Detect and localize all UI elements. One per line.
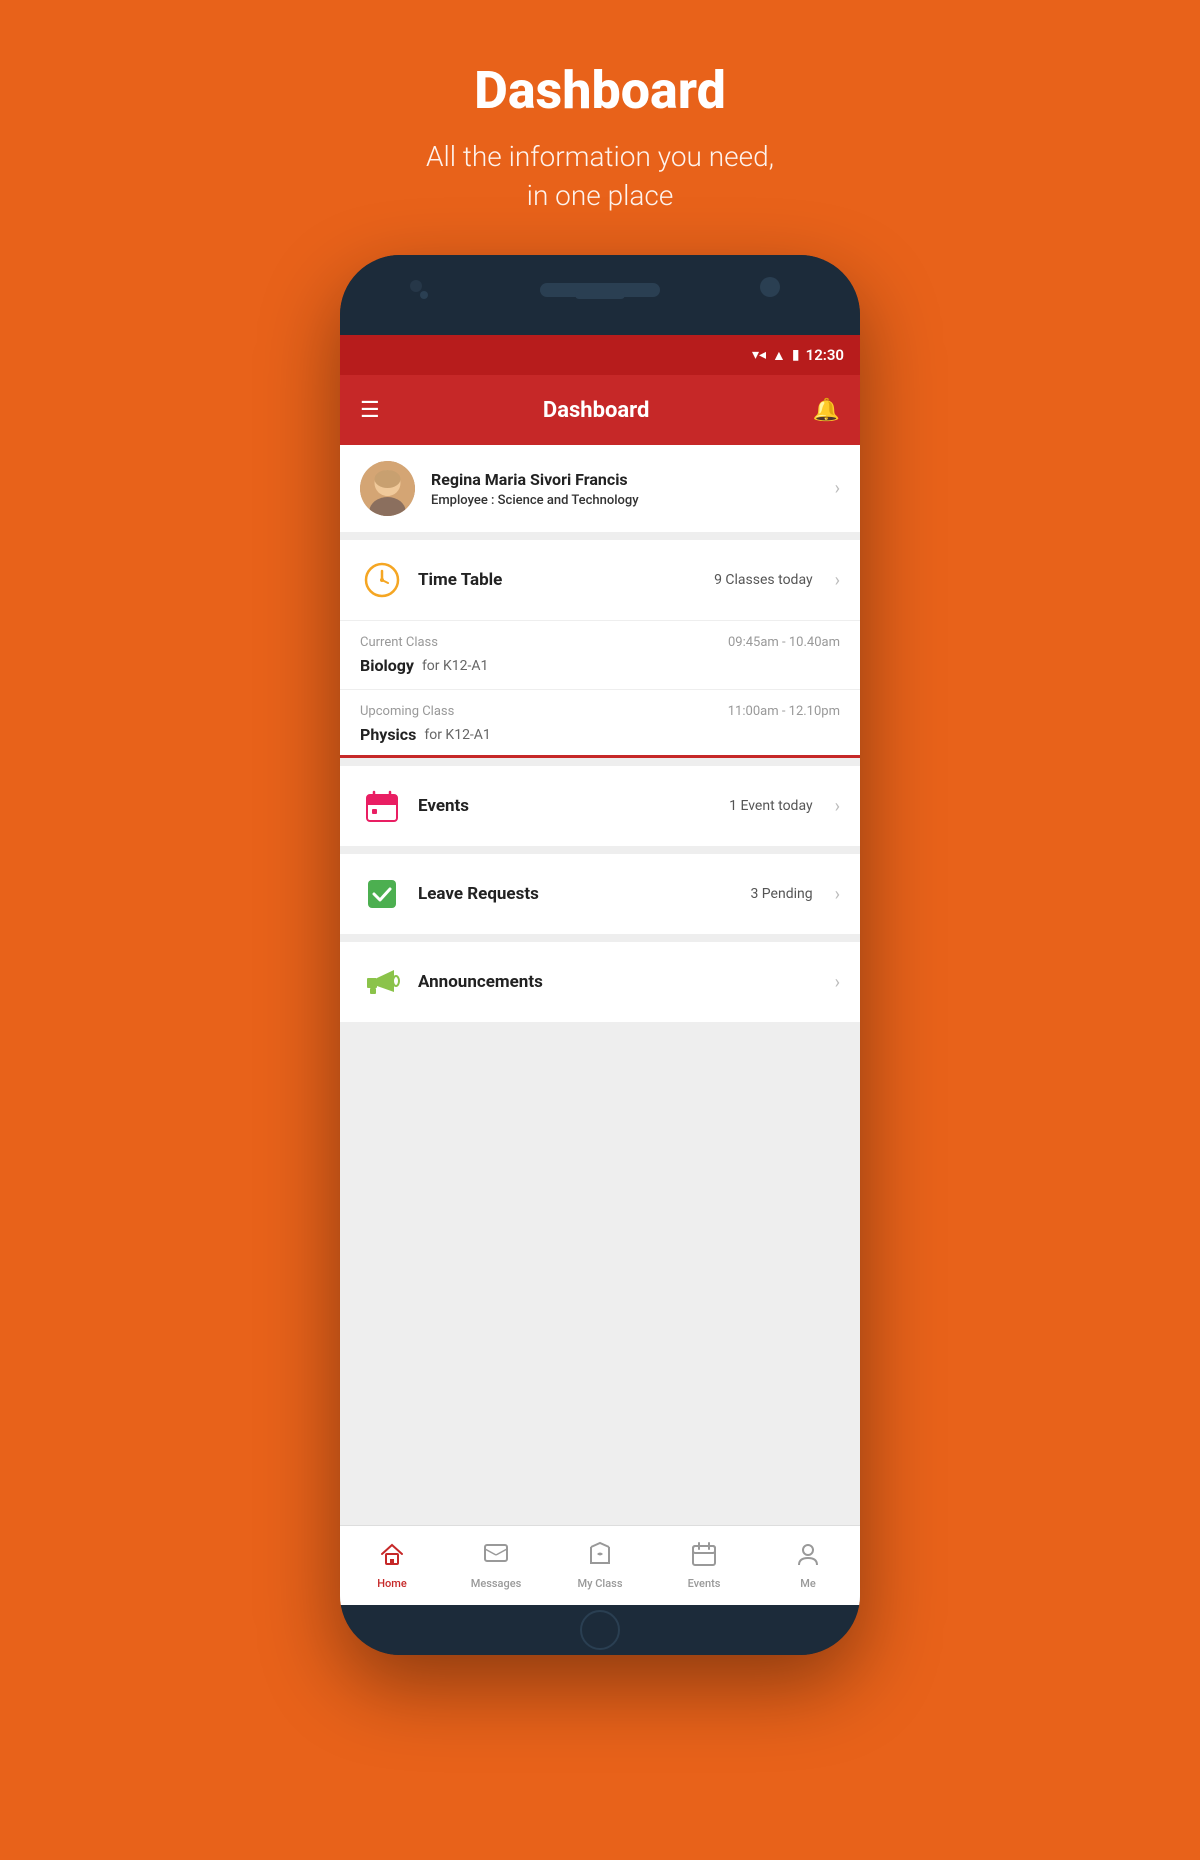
notification-bell-icon[interactable]: 🔔 [813,398,840,423]
events-header[interactable]: Events 1 Event today › [340,766,860,846]
me-icon [795,1541,821,1573]
timetable-header[interactable]: Time Table 9 Classes today › [340,540,860,620]
phone-top-bezel [340,255,860,335]
status-time: 12:30 [806,346,844,364]
leave-header[interactable]: Leave Requests 3 Pending › [340,854,860,934]
upcoming-class-label: Upcoming Class [360,704,454,719]
nav-item-myclass[interactable]: My Class [548,1541,652,1590]
leave-title: Leave Requests [418,884,736,904]
front-camera [410,280,422,292]
status-icons: ▾◂ ▲ ▮ 12:30 [752,346,844,364]
phone-screen: ▾◂ ▲ ▮ 12:30 ☰ Dashboard 🔔 [340,335,860,1605]
timetable-title: Time Table [418,570,700,590]
timetable-section[interactable]: Time Table 9 Classes today › Current Cla… [340,540,860,758]
app-bar: ☰ Dashboard 🔔 [340,375,860,445]
avatar-image [360,461,415,516]
screen-content: Regina Maria Sivori Francis Employee : S… [340,445,860,1525]
nav-item-events[interactable]: Events [652,1541,756,1590]
announcements-section[interactable]: Announcements › [340,942,860,1022]
battery-icon: ▮ [792,347,800,363]
events-nav-icon [691,1541,717,1573]
wifi-icon: ▾◂ [752,347,766,363]
timetable-badge: 9 Classes today [714,572,813,588]
events-badge: 1 Event today [729,798,812,814]
hamburger-icon[interactable]: ☰ [360,398,380,423]
status-bar: ▾◂ ▲ ▮ 12:30 [340,335,860,375]
myclass-icon [587,1541,613,1573]
current-class-subject: Biology [360,656,414,675]
current-class-group: for K12-A1 [422,658,488,674]
phone-speaker [540,283,660,297]
announcements-chevron-icon: › [835,972,840,993]
home-button[interactable] [580,1610,620,1650]
announce-icon [360,960,404,1004]
page-header: Dashboard All the information you need, … [426,0,774,255]
user-profile-card[interactable]: Regina Maria Sivori Francis Employee : S… [340,445,860,532]
nav-item-me[interactable]: Me [756,1541,860,1590]
clock-icon [360,558,404,602]
current-class-header: Current Class 09:45am - 10.40am [360,635,840,650]
upcoming-class-group: for K12-A1 [424,727,490,743]
phone-shell: ▾◂ ▲ ▮ 12:30 ☰ Dashboard 🔔 [340,255,860,1655]
me-label: Me [800,1577,816,1590]
current-class-time: 09:45am - 10.40am [728,635,840,650]
signal-icon: ▲ [772,347,786,364]
user-info: Regina Maria Sivori Francis Employee : S… [431,470,835,508]
events-title: Events [418,796,715,816]
myclass-label: My Class [578,1577,623,1590]
home-icon [379,1541,405,1573]
chevron-right-icon: › [835,478,840,499]
events-nav-label: Events [688,1577,721,1590]
timetable-chevron-icon: › [835,570,840,591]
current-class-detail: Current Class 09:45am - 10.40am Biology … [340,620,860,689]
events-chevron-icon: › [835,796,840,817]
nav-item-home[interactable]: Home [340,1541,444,1590]
upcoming-class-subject: Physics [360,725,416,744]
phone-bottom-bezel [340,1605,860,1655]
leave-requests-section[interactable]: Leave Requests 3 Pending › [340,854,860,934]
upcoming-class-detail: Upcoming Class 11:00am - 12.10pm Physics… [340,689,860,758]
calendar-icon [360,784,404,828]
announcements-header[interactable]: Announcements › [340,942,860,1022]
upcoming-class-header: Upcoming Class 11:00am - 12.10pm [360,704,840,719]
home-label: Home [377,1577,407,1590]
app-bar-title: Dashboard [543,398,650,423]
current-class-label: Current Class [360,635,438,650]
messages-icon [483,1541,509,1573]
upcoming-class-name-row: Physics for K12-A1 [360,725,840,744]
avatar [360,461,415,516]
current-class-name-row: Biology for K12-A1 [360,656,840,675]
page-title: Dashboard [426,60,774,121]
upcoming-class-time: 11:00am - 12.10pm [728,704,840,719]
leave-badge: 3 Pending [750,886,812,902]
nav-item-messages[interactable]: Messages [444,1541,548,1590]
user-role: Employee : Science and Technology [431,493,835,508]
announcements-title: Announcements [418,972,799,992]
events-section[interactable]: Events 1 Event today › [340,766,860,846]
user-name: Regina Maria Sivori Francis [431,470,835,489]
leave-chevron-icon: › [835,884,840,905]
leave-icon [360,872,404,916]
page-subtitle: All the information you need, in one pla… [426,137,774,215]
bottom-navigation: Home Messages [340,1525,860,1605]
messages-label: Messages [471,1577,522,1590]
rear-camera-indicator [760,277,780,297]
